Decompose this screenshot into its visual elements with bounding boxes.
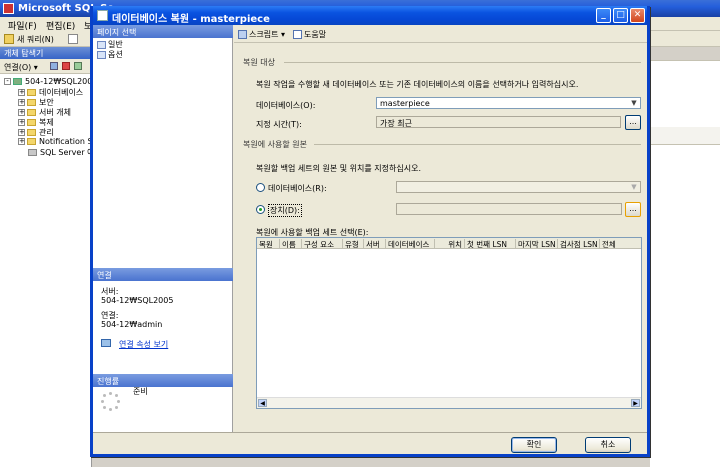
progress-status: 준비: [133, 387, 148, 396]
tree-node-notification[interactable]: + Notification Se: [18, 137, 97, 147]
server-icon: [13, 78, 22, 85]
expand-icon[interactable]: +: [18, 99, 25, 106]
connection-properties-icon: [101, 339, 111, 347]
view-connection-properties-link[interactable]: 연결 속성 보기: [119, 339, 168, 350]
left-pane: 페이지 선택 일반 옵션 연결 서버: 504-12₩SQL2005 연결: 5…: [93, 25, 233, 432]
app-menubar: 파일(F) 편집(E) 보: [0, 17, 92, 32]
expand-icon[interactable]: +: [18, 129, 25, 136]
horizontal-scrollbar[interactable]: ◀ ▶: [257, 397, 641, 408]
server-value: 504-12₩SQL2005: [101, 296, 174, 305]
collapse-icon[interactable]: -: [4, 78, 11, 85]
agent-icon: [28, 149, 37, 156]
tree-node-agent[interactable]: SQL Server 에: [28, 147, 95, 157]
database-icon: [97, 10, 108, 21]
open-file-icon[interactable]: [68, 34, 78, 44]
grid-header: 복원 이름 구성 요소 유형 서버 데이터베이스 위치 첫 번째 LSN 마지막…: [257, 238, 641, 249]
point-in-time-browse-button[interactable]: ...: [625, 115, 641, 130]
column-header[interactable]: 서버: [364, 239, 386, 249]
page-options[interactable]: 옵션: [97, 49, 123, 60]
new-query-icon: [4, 34, 14, 44]
expand-icon[interactable]: +: [18, 138, 25, 145]
column-header[interactable]: 검사점 LSN: [558, 239, 600, 249]
device-browse-button[interactable]: ...: [625, 202, 641, 217]
app-icon: [3, 3, 14, 14]
right-pane: 스크립트 ▾ 도움말 복원 대상 복원 작업을 수행할 새 데이터베이스 또는 …: [234, 25, 647, 432]
minimize-button[interactable]: _: [596, 8, 611, 23]
connection-value: 504-12₩admin: [101, 320, 163, 329]
maximize-button[interactable]: □: [613, 8, 628, 23]
page-icon: [97, 40, 106, 49]
help-button[interactable]: 도움말: [293, 29, 326, 40]
restore-source-description: 복원할 백업 세트의 원본 및 위치를 지정하십시오.: [256, 164, 421, 173]
tree-node-replication[interactable]: + 복제: [18, 117, 54, 127]
column-header[interactable]: 마지막 LSN: [516, 239, 558, 249]
tree-node-server-objects[interactable]: + 서버 개체: [18, 107, 71, 117]
help-icon: [293, 30, 302, 39]
page-icon: [97, 50, 106, 59]
filter-icon[interactable]: [74, 62, 82, 70]
tree-node-databases[interactable]: + 데이터베이스: [18, 87, 83, 97]
point-in-time-field: 가장 최근: [376, 116, 621, 128]
folder-icon: [27, 99, 36, 106]
folder-icon: [27, 138, 36, 145]
column-header[interactable]: 복원: [257, 239, 280, 249]
close-button[interactable]: ✕: [630, 8, 645, 23]
background-document-area: [650, 17, 720, 467]
page-select-header: 페이지 선택: [93, 25, 233, 38]
new-query-button[interactable]: 새 쿼리(N): [17, 34, 54, 45]
scroll-left-icon[interactable]: ◀: [258, 399, 267, 407]
from-database-radio[interactable]: [256, 183, 265, 192]
database-label: 데이터베이스(O):: [256, 101, 316, 110]
from-device-label: 장치(D):: [268, 204, 302, 217]
chevron-down-icon[interactable]: ▼: [629, 99, 639, 107]
from-database-combobox: ▼: [396, 181, 641, 193]
dialog-title-bar[interactable]: 데이터베이스 복원 - masterpiece _ □ ✕: [93, 6, 647, 25]
column-header[interactable]: 유형: [343, 239, 364, 249]
column-header[interactable]: 이름: [280, 239, 302, 249]
connection-header: 연결: [93, 268, 233, 281]
script-button[interactable]: 스크립트 ▾: [238, 29, 285, 40]
from-device-radio[interactable]: [256, 205, 265, 214]
column-header[interactable]: 구성 요소: [302, 239, 343, 249]
to-database-combobox[interactable]: masterpiece ▼: [376, 97, 641, 109]
folder-icon: [27, 109, 36, 116]
tree-node-management[interactable]: + 관리: [18, 127, 54, 137]
column-header[interactable]: 첫 번째 LSN: [465, 239, 516, 249]
progress-header: 진행률: [93, 374, 233, 387]
backup-sets-grid[interactable]: 복원 이름 구성 요소 유형 서버 데이터베이스 위치 첫 번째 LSN 마지막…: [256, 237, 642, 409]
column-header[interactable]: 데이터베이스: [386, 239, 435, 249]
tree-node-server[interactable]: -504-12₩SQL2005: [4, 77, 97, 87]
point-in-time-label: 지정 시간(T):: [256, 120, 302, 129]
restore-target-description: 복원 작업을 수행할 새 데이터베이스 또는 기존 데이터베이스의 이름을 선택…: [256, 80, 579, 89]
chevron-down-icon: ▼: [631, 183, 637, 191]
expand-icon[interactable]: +: [18, 109, 25, 116]
script-icon: [238, 30, 247, 39]
column-header[interactable]: 전체: [600, 239, 641, 249]
progress-spinner-icon: [101, 392, 121, 412]
column-header[interactable]: 위치: [435, 239, 465, 249]
app-toolbar: 새 쿼리(N): [0, 31, 92, 47]
dialog-toolbar: 스크립트 ▾ 도움말: [234, 25, 647, 43]
object-explorer-header: 개체 탐색기: [0, 47, 92, 59]
folder-icon: [27, 89, 36, 96]
object-explorer-tree: -504-12₩SQL2005 + 데이터베이스 + 보안 + 서버 개체 + 복제 +…: [0, 74, 97, 467]
object-explorer-toolbar: 연결(O) ▾: [0, 59, 92, 74]
tree-node-security[interactable]: + 보안: [18, 97, 54, 107]
dialog-title: 데이터베이스 복원 - masterpiece: [112, 14, 270, 25]
folder-icon: [27, 129, 36, 136]
cancel-button[interactable]: 취소: [585, 437, 631, 453]
stop-icon[interactable]: [62, 62, 70, 70]
expand-icon[interactable]: +: [18, 89, 25, 96]
disconnect-icon[interactable]: [50, 62, 58, 70]
restore-database-dialog: 데이터베이스 복원 - masterpiece _ □ ✕ 페이지 선택 일반 …: [90, 6, 650, 457]
connect-dropdown[interactable]: 연결(O) ▾: [4, 62, 38, 73]
restore-target-section: 복원 대상: [243, 58, 275, 67]
expand-icon[interactable]: +: [18, 119, 25, 126]
restore-source-section: 복원에 사용할 원본: [243, 140, 307, 149]
folder-icon: [27, 119, 36, 126]
scroll-right-icon[interactable]: ▶: [631, 399, 640, 407]
from-database-label: 데이터베이스(R):: [268, 184, 327, 193]
ok-button[interactable]: 확인: [511, 437, 557, 453]
from-device-field[interactable]: [396, 203, 622, 215]
